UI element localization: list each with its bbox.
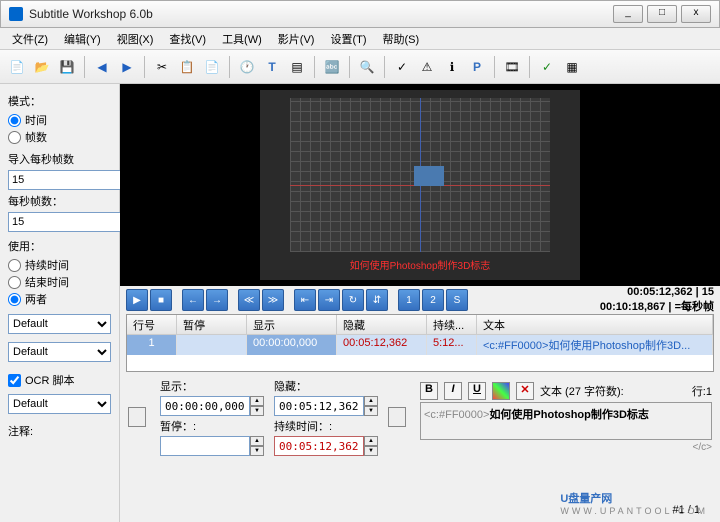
new-icon[interactable]: 📄 (6, 56, 28, 78)
menu-edit[interactable]: 编辑(Y) (58, 29, 107, 49)
open-icon[interactable]: 📂 (31, 56, 53, 78)
skip-back-button[interactable]: ⇤ (294, 289, 316, 311)
prev-sub-button[interactable] (128, 407, 146, 427)
x-button[interactable]: ✕ (516, 382, 534, 400)
menu-file[interactable]: 文件(Z) (6, 29, 54, 49)
text-t-icon[interactable]: T (261, 56, 283, 78)
clock-icon[interactable]: 🕐 (236, 56, 258, 78)
paste-icon[interactable]: 📄 (201, 56, 223, 78)
closing-tag: </c> (420, 442, 712, 453)
app-icon (9, 7, 23, 21)
menu-tools[interactable]: 工具(W) (216, 29, 268, 49)
toolbar: 📄 📂 💾 ◀ ▶ ✂ 📋 📄 🕐 T ▤ 🔤 🔍 ✓ ⚠ ℹ P 🎞 ✓ ▦ (0, 50, 720, 84)
spellcheck-icon[interactable]: ✓ (391, 56, 413, 78)
show-time-input[interactable] (160, 396, 250, 416)
input-fps-combo[interactable]: ▼ (8, 170, 111, 190)
box-icon[interactable]: ▦ (561, 56, 583, 78)
underline-button[interactable]: U (468, 382, 486, 400)
zoom-icon[interactable]: 🔍 (356, 56, 378, 78)
doc-icon[interactable]: ▤ (286, 56, 308, 78)
col-pause[interactable]: 暂停 (177, 315, 247, 334)
menu-movie[interactable]: 影片(V) (272, 29, 321, 49)
subtitle-overlay: 如何使用Photoshop制作3D标志 (260, 257, 580, 272)
table-row[interactable]: 1 00:00:00,000 00:05:12,362 5:12... <c:#… (127, 335, 713, 355)
menu-view[interactable]: 视图(X) (111, 29, 160, 49)
next-sub-button[interactable] (388, 407, 406, 427)
show-label: 显示： (160, 378, 264, 394)
prev-button[interactable]: ← (182, 289, 204, 311)
col-dur[interactable]: 持续... (427, 315, 477, 334)
play-button[interactable]: ▶ (126, 289, 148, 311)
menu-help[interactable]: 帮助(S) (377, 29, 426, 49)
notes-label: 注释: (8, 423, 111, 439)
spin-up[interactable]: ▲ (250, 396, 264, 406)
use-both-radio[interactable]: 两者 (8, 291, 111, 307)
mode-time-radio[interactable]: 时间 (8, 112, 111, 128)
mode-label: 模式： (8, 93, 111, 109)
menu-settings[interactable]: 设置(T) (324, 29, 372, 49)
input-fps-label: 导入每秒帧数 (8, 151, 111, 167)
duration-time-input[interactable] (274, 436, 364, 456)
mode-frames-radio[interactable]: 帧数 (8, 129, 111, 145)
marker-button[interactable]: ⇵ (366, 289, 388, 311)
btn-2[interactable]: 2 (422, 289, 444, 311)
use-end-radio[interactable]: 结束时间 (8, 274, 111, 290)
video-preview[interactable]: 如何使用Photoshop制作3D标志 (120, 84, 720, 286)
pause-label: 暂停：: (160, 418, 264, 434)
col-text[interactable]: 文本 (477, 315, 713, 334)
save-icon[interactable]: 💾 (56, 56, 78, 78)
back-icon[interactable]: ◀ (91, 56, 113, 78)
col-hide[interactable]: 隐藏 (337, 315, 427, 334)
menubar: 文件(Z) 编辑(Y) 视图(X) 查找(V) 工具(W) 影片(V) 设置(T… (0, 28, 720, 50)
hide-time-input[interactable] (274, 396, 364, 416)
watermark: U盘量产网 WWW.UPANTOOL.COM (560, 489, 708, 516)
copy-icon[interactable]: 📋 (176, 56, 198, 78)
info-icon[interactable]: ℹ (441, 56, 463, 78)
forward-icon[interactable]: ▶ (116, 56, 138, 78)
ocr-select[interactable]: Default (8, 394, 111, 414)
sidebar: 模式： 时间 帧数 导入每秒帧数 ▼ 每秒帧数： ▼ 使用： 持续时间 结束时间… (0, 84, 120, 522)
subtitle-grid: 行号 暂停 显示 隐藏 持续... 文本 1 00:00:00,000 00:0… (126, 314, 714, 372)
playback-bar: ▶ ■ ← → ≪ ≫ ⇤ ⇥ ↻ ⇵ 1 2 S 00:05:12,362 |… (120, 286, 720, 314)
film-icon[interactable]: 🎞 (501, 56, 523, 78)
subtitle-text-input[interactable]: <c:#FF0000>如何使用Photoshop制作3D标志 (420, 402, 712, 440)
fps-combo[interactable]: ▼ (8, 212, 111, 232)
col-show[interactable]: 显示 (247, 315, 337, 334)
time-display: 00:05:12,362 | 1500:10:18,867 | =每秒帧 (600, 286, 714, 314)
spin-down[interactable]: ▼ (250, 406, 264, 416)
profile2-select[interactable]: Default (8, 342, 111, 362)
loop-button[interactable]: ↻ (342, 289, 364, 311)
rewind-button[interactable]: ≪ (238, 289, 260, 311)
pascal-icon[interactable]: P (466, 56, 488, 78)
minimize-button[interactable]: _ (613, 5, 643, 23)
warning-icon[interactable]: ⚠ (416, 56, 438, 78)
hide-label: 隐藏： (274, 378, 378, 394)
btn-1[interactable]: 1 (398, 289, 420, 311)
col-num[interactable]: 行号 (127, 315, 177, 334)
duration-label: 持续时间：: (274, 418, 378, 434)
fps-label: 每秒帧数： (8, 193, 111, 209)
color-button[interactable] (492, 382, 510, 400)
bold-button[interactable]: B (420, 382, 438, 400)
stop-button[interactable]: ■ (150, 289, 172, 311)
line-label: 行:1 (692, 383, 712, 399)
maximize-button[interactable]: □ (647, 5, 677, 23)
fforward-button[interactable]: ≫ (262, 289, 284, 311)
skip-fwd-button[interactable]: ⇥ (318, 289, 340, 311)
text-count-label: 文本 (27 字符数): (540, 383, 624, 399)
italic-button[interactable]: I (444, 382, 462, 400)
btn-s[interactable]: S (446, 289, 468, 311)
use-duration-radio[interactable]: 持续时间 (8, 257, 111, 273)
ocr-script-check[interactable]: OCR 脚本 (8, 372, 111, 388)
window-title: Subtitle Workshop 6.0b (29, 7, 609, 21)
translate-icon[interactable]: 🔤 (321, 56, 343, 78)
check-icon[interactable]: ✓ (536, 56, 558, 78)
menu-search[interactable]: 查找(V) (163, 29, 212, 49)
next-button[interactable]: → (206, 289, 228, 311)
use-label: 使用： (8, 238, 111, 254)
close-button[interactable]: x (681, 5, 711, 23)
cut-icon[interactable]: ✂ (151, 56, 173, 78)
profile1-select[interactable]: Default (8, 314, 111, 334)
pause-time-input[interactable] (160, 436, 250, 456)
